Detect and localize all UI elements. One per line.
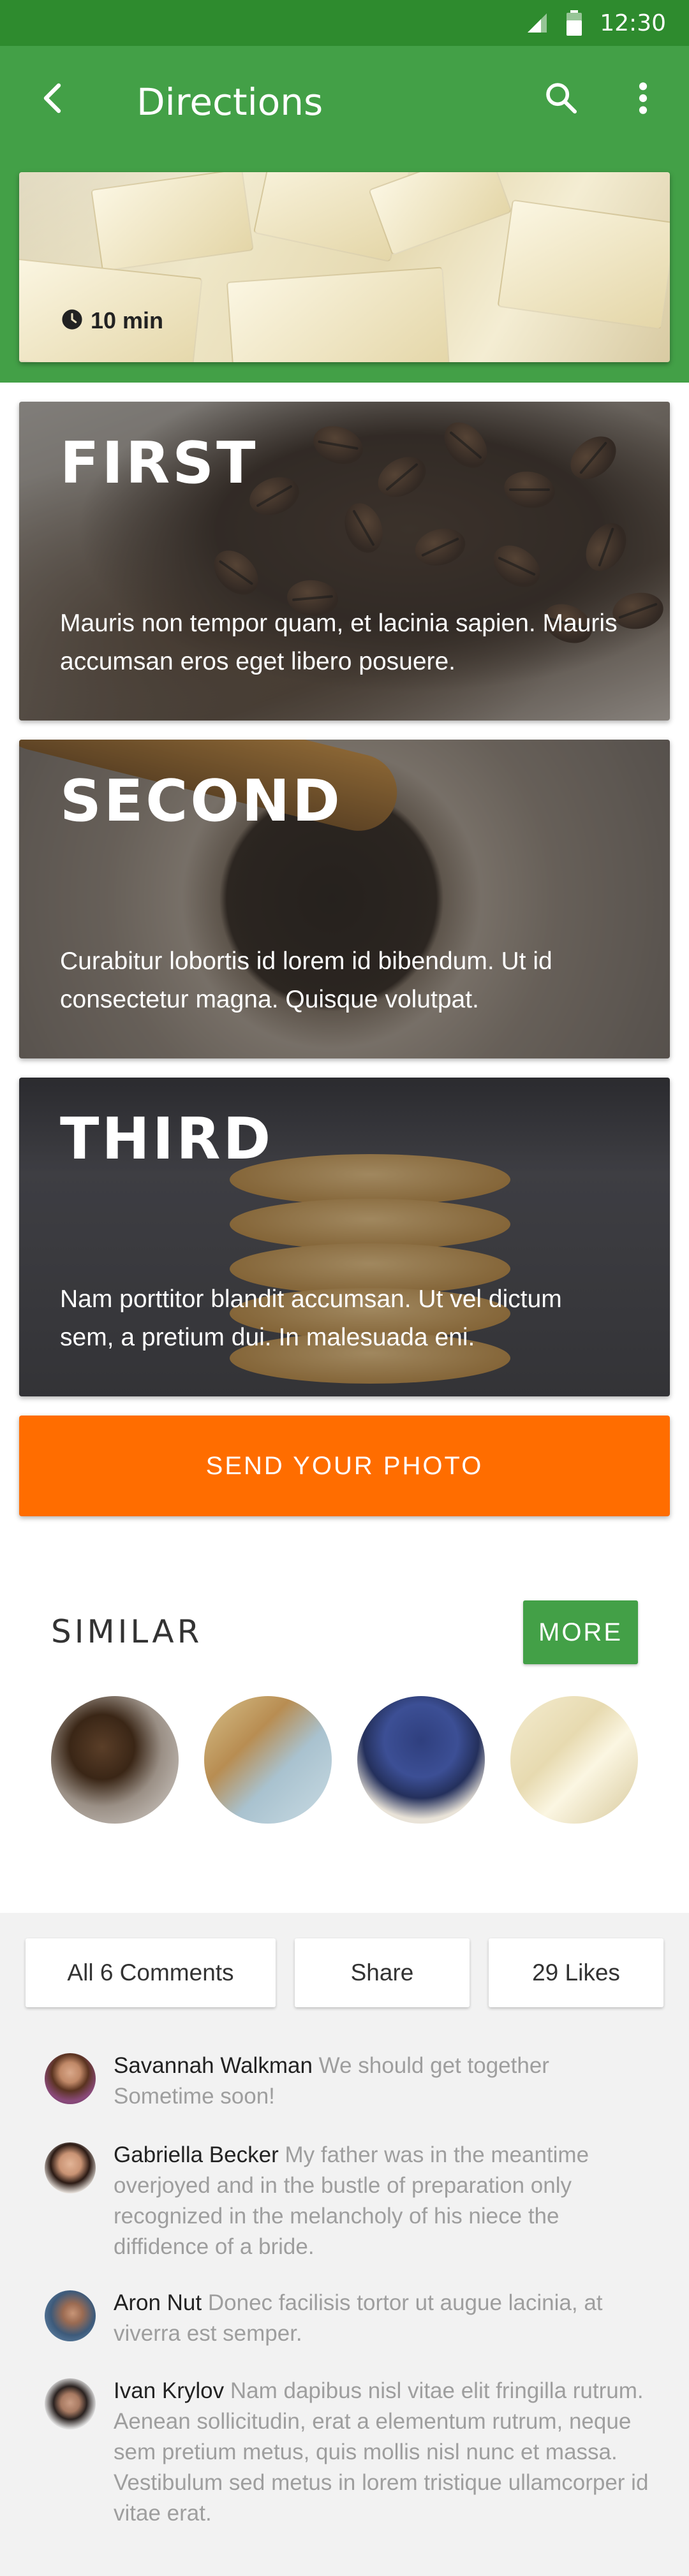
similar-thumbnail-blueberry[interactable] [357, 1696, 485, 1824]
send-photo-button[interactable]: SEND YOUR PHOTO [19, 1416, 670, 1516]
step-description: Mauris non tempor quam, et lacinia sapie… [60, 610, 618, 675]
signal-icon [526, 11, 549, 34]
likes-button[interactable]: 29 Likes [489, 1938, 663, 2007]
similar-thumbnail-coffee[interactable] [51, 1696, 179, 1824]
prep-time: 10 min [61, 307, 163, 334]
battery-icon [565, 10, 583, 36]
more-button[interactable]: MORE [523, 1600, 638, 1664]
step-title: SECOND [60, 768, 343, 835]
similar-thumbnail-bread[interactable] [204, 1696, 332, 1824]
comment-author[interactable]: Ivan Krylov [114, 2378, 224, 2403]
comment-author[interactable]: Gabriella Becker [114, 2142, 279, 2167]
step-card-third[interactable]: THIRD Nam porttitor blandit accumsan. Ut… [19, 1078, 670, 1396]
comment-author[interactable]: Aron Nut [114, 2290, 202, 2315]
avatar[interactable] [45, 2142, 96, 2193]
step-card-first[interactable]: FIRST Mauris non tempor quam, et lacinia… [19, 402, 670, 721]
search-icon[interactable] [541, 78, 582, 119]
comment-body: Ivan Krylov Nam dapibus nisl vitae elit … [114, 2376, 649, 2529]
recipe-hero-image: 10 min [19, 172, 670, 362]
avatar[interactable] [45, 2290, 96, 2341]
step-card-second[interactable]: SECOND Curabitur lobortis id lorem id bi… [19, 740, 670, 1058]
all-comments-button[interactable]: All 6 Comments [26, 1938, 276, 2007]
step-title: FIRST [60, 430, 258, 497]
similar-thumbnail-chocolate[interactable] [510, 1696, 638, 1824]
share-button[interactable]: Share [295, 1938, 470, 2007]
chocolate-piece [226, 267, 450, 362]
status-time: 12:30 [600, 10, 666, 36]
prep-time-label: 10 min [91, 307, 164, 333]
app-toolbar: Directions [0, 46, 689, 156]
step-description: Curabitur lobortis id lorem id bibendum.… [60, 948, 552, 1013]
comment-body: Gabriella Becker My father was in the me… [114, 2140, 649, 2262]
status-bar: 12:30 [0, 0, 689, 46]
arrow-back-icon[interactable] [32, 78, 73, 119]
similar-heading: SIMILAR [51, 1613, 203, 1650]
avatar[interactable] [45, 2053, 96, 2104]
page-title: Directions [137, 80, 323, 124]
step-title: THIRD [60, 1106, 274, 1173]
comment-body: Savannah Walkman We should get together … [114, 2051, 649, 2112]
chocolate-piece [497, 199, 670, 330]
comment-author[interactable]: Savannah Walkman [114, 2053, 313, 2078]
chocolate-piece [368, 172, 512, 256]
more-vert-icon[interactable] [623, 78, 663, 119]
avatar[interactable] [45, 2378, 96, 2429]
clock-icon [61, 309, 83, 333]
comment-body: Aron Nut Donec facilisis tortor ut augue… [114, 2288, 649, 2349]
step-description: Nam porttitor blandit accumsan. Ut vel d… [60, 1285, 562, 1351]
chocolate-piece [91, 172, 254, 272]
